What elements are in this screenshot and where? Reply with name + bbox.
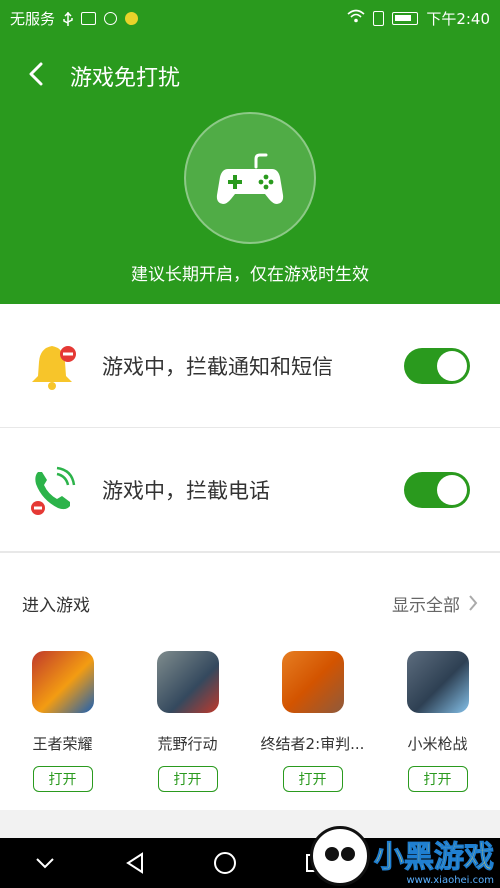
honor-of-kings-icon[interactable] [31,651,94,713]
gamepad-icon [216,153,284,204]
header: 游戏免打扰 建议长期开启，仅在游戏时生效 [0,36,500,304]
show-all-link[interactable]: 显示全部 [392,591,478,616]
battery-icon [392,11,419,25]
show-all-label: 显示全部 [392,595,460,616]
triangle-back-icon [126,852,143,874]
app-notification-icon [125,11,139,25]
setting-row-calls: 游戏中，拦截电话 [0,428,500,552]
setting-label-notifications: 游戏中，拦截通知和短信 [102,354,333,379]
activity-icon [81,11,97,25]
watermark-brand: 小黑游戏 [374,840,495,875]
status-right: 下午2:40 [347,8,490,29]
watermark-text: 小黑游戏 www.xiaohei.com [374,840,495,886]
clock-text: 下午2:40 [426,9,490,28]
game-item: 王者荣耀 打开 [0,651,125,792]
clock-app-icon [104,11,118,25]
watermark: 小黑游戏 www.xiaohei.com [310,826,495,886]
hero-subtitle: 建议长期开启，仅在游戏时生效 [131,265,369,285]
toggle-notifications[interactable] [404,347,470,384]
game-name: 终结者2:审判... [260,735,365,753]
games-section-title: 进入游戏 [22,595,90,616]
mi-gun-battle-icon[interactable] [406,651,469,713]
toggle-calls[interactable] [404,471,470,508]
chevron-right-icon [469,595,478,611]
game-name: 小米枪战 [407,735,468,753]
settings-card: 游戏中，拦截通知和短信 游戏中，拦截电话 [0,304,500,552]
games-section: 进入游戏 显示全部 王者荣耀 打开 荒野行动 打开 终结者2:审判... 打开 … [0,552,500,810]
open-game-button[interactable]: 打开 [282,766,343,792]
toggle-knob [437,350,467,381]
game-name: 王者荣耀 [32,735,93,753]
chevron-down-icon [36,858,54,869]
nav-collapse-button[interactable] [0,857,90,869]
status-bar: 无服务 下午2:40 [0,0,500,36]
game-item: 终结者2:审判... 打开 [250,651,375,792]
sim-alert-icon [373,10,385,26]
status-left: 无服务 [10,8,139,29]
phone-block-icon [24,460,84,520]
setting-row-notifications: 游戏中，拦截通知和短信 [0,304,500,428]
rules-of-survival-icon[interactable] [281,651,344,713]
bell-block-icon [24,336,84,396]
open-game-button[interactable]: 打开 [407,766,468,792]
panda-logo-icon [310,826,370,886]
page-title: 游戏免打扰 [70,66,181,91]
back-button[interactable] [18,56,54,92]
back-arrow-icon [29,62,43,86]
nav-back-button[interactable] [90,852,180,874]
gamepad-badge [184,112,316,244]
games-header: 进入游戏 显示全部 [0,553,500,653]
game-name: 荒野行动 [157,735,218,753]
carrier-text: 无服务 [10,9,56,28]
toggle-knob [437,474,467,505]
nav-home-button[interactable] [180,851,270,875]
game-item: 小米枪战 打开 [375,651,500,792]
watermark-url: www.xiaohei.com [406,875,494,886]
navigation-bar: 小黑游戏 www.xiaohei.com [0,826,500,888]
open-game-button[interactable]: 打开 [157,766,218,792]
game-item: 荒野行动 打开 [125,651,250,792]
circle-home-icon [214,852,236,874]
usb-icon [63,11,73,26]
games-list: 王者荣耀 打开 荒野行动 打开 终结者2:审判... 打开 小米枪战 打开 [0,651,500,792]
wifi-icon [347,9,365,27]
open-game-button[interactable]: 打开 [32,766,93,792]
knives-out-icon[interactable] [156,651,219,713]
setting-label-calls: 游戏中，拦截电话 [102,478,270,503]
